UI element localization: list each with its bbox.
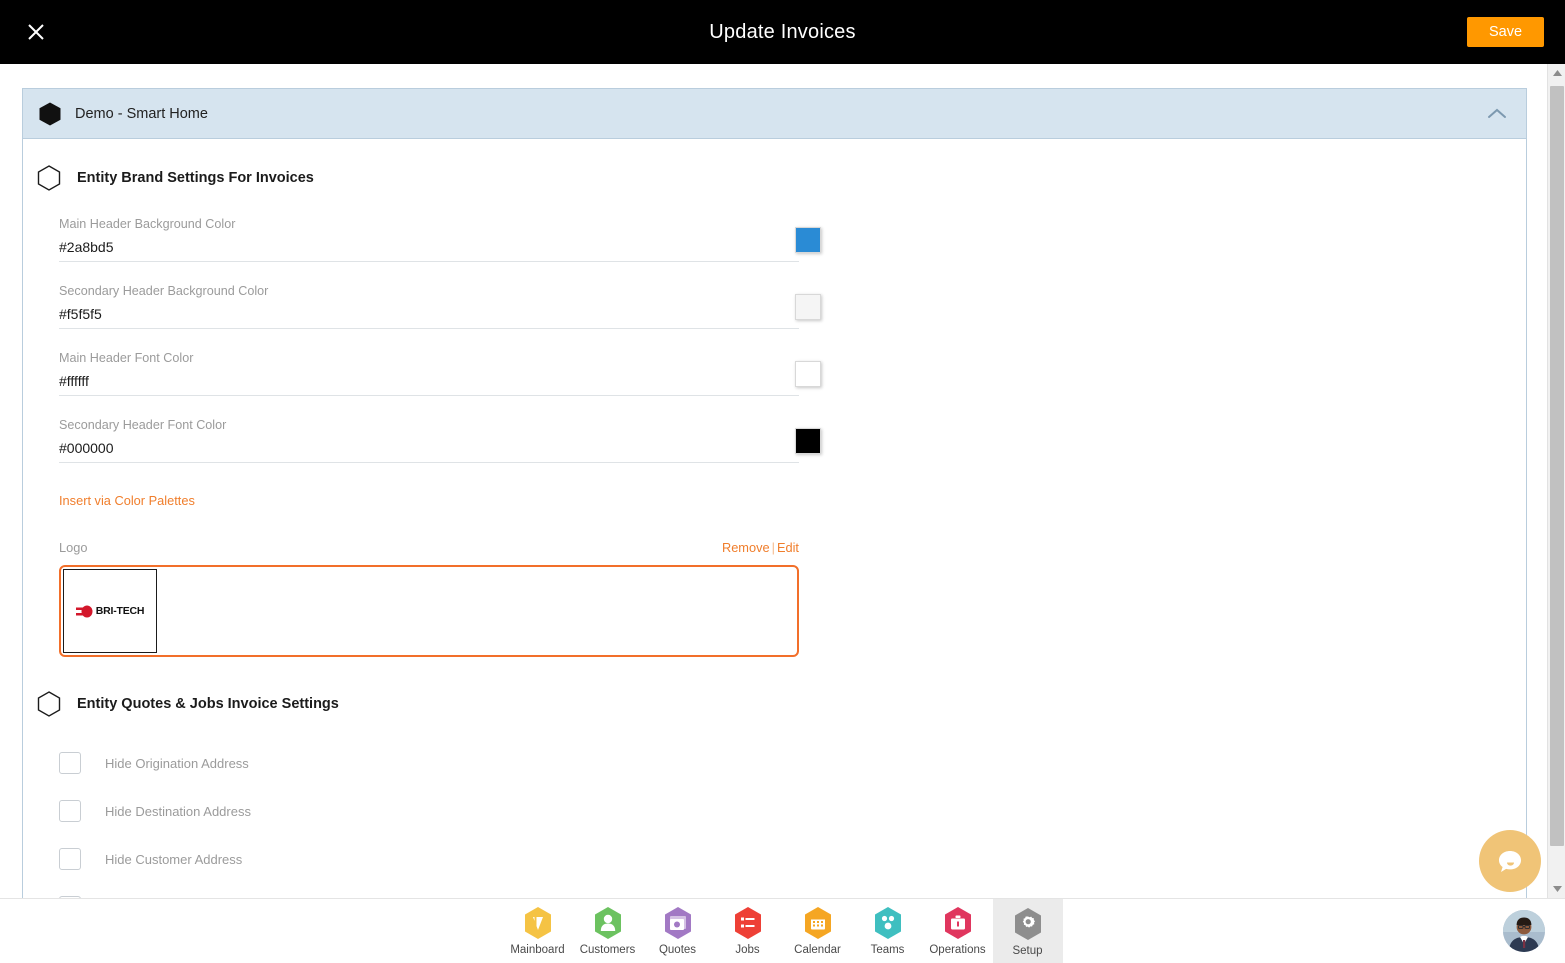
- nav-item-customers[interactable]: Customers: [573, 899, 643, 960]
- checkbox-row-hide-origination-address[interactable]: Hide Origination Address: [59, 739, 1526, 787]
- hexagon-filled-icon: [39, 102, 61, 126]
- logo-header-row: Logo Remove|Edit: [59, 540, 799, 555]
- customers-icon: [592, 905, 624, 941]
- field-main-header-font: Main Header Font Color: [59, 351, 799, 396]
- bottom-navigation-bar: Mainboard Customers Quote: [0, 898, 1565, 962]
- nav-item-jobs[interactable]: Jobs: [713, 899, 783, 960]
- secondary-header-background-color-input[interactable]: [59, 306, 699, 322]
- entity-panel-header[interactable]: Demo - Smart Home: [23, 89, 1526, 139]
- logo-thumbnail[interactable]: BRI-TECH: [63, 569, 157, 653]
- nav-label: Mainboard: [510, 944, 564, 956]
- hexagon-outline-icon: [37, 691, 61, 717]
- nav-label: Teams: [871, 944, 905, 956]
- avatar[interactable]: [1503, 910, 1545, 952]
- remove-logo-link[interactable]: Remove: [722, 540, 770, 555]
- invoice-settings-checkbox-list: Hide Origination Address Hide Destinatio…: [59, 739, 1526, 898]
- checkbox-label: Hide Customer Address: [105, 852, 242, 867]
- chevron-up-icon[interactable]: [1486, 107, 1508, 121]
- checkbox-row-hide-destination-address[interactable]: Hide Destination Address: [59, 787, 1526, 835]
- logo-actions: Remove|Edit: [722, 540, 799, 555]
- nav-items: Mainboard Customers Quote: [503, 899, 1063, 963]
- nav-item-quotes[interactable]: Quotes: [643, 899, 713, 960]
- quotes-icon: [662, 905, 694, 941]
- entity-panel-title: Demo - Smart Home: [75, 106, 1486, 122]
- field-label: Main Header Background Color: [59, 217, 799, 231]
- nav-label: Operations: [929, 944, 985, 956]
- nav-label: Setup: [1012, 945, 1042, 957]
- brand-color-fields: Main Header Background Color Secondary H…: [59, 217, 799, 463]
- chat-bubble-icon[interactable]: [1479, 830, 1541, 892]
- nav-label: Jobs: [735, 944, 759, 956]
- nav-item-mainboard[interactable]: Mainboard: [503, 899, 573, 960]
- checkbox-label: Hide Origination Address: [105, 756, 249, 771]
- checkbox-hide-origination-address[interactable]: [59, 752, 81, 774]
- main-header-font-color-input[interactable]: [59, 373, 699, 389]
- invoice-settings-title: Entity Quotes & Jobs Invoice Settings: [77, 696, 339, 712]
- color-swatch-main-header-font[interactable]: [795, 361, 821, 387]
- scroll-content: Demo - Smart Home Entity Brand Settings …: [0, 64, 1547, 898]
- operations-icon: [942, 905, 974, 941]
- entity-panel: Demo - Smart Home Entity Brand Settings …: [22, 88, 1527, 898]
- top-bar: Update Invoices Save: [0, 0, 1565, 64]
- logo-block: Logo Remove|Edit: [59, 540, 799, 657]
- scroll-up-arrow-icon[interactable]: [1548, 64, 1565, 82]
- invoice-settings-heading: Entity Quotes & Jobs Invoice Settings: [23, 657, 1526, 717]
- checkbox-row-hide-customer-address[interactable]: Hide Customer Address: [59, 835, 1526, 883]
- checkbox-hide-customer-address[interactable]: [59, 848, 81, 870]
- secondary-header-font-color-input[interactable]: [59, 440, 699, 456]
- close-icon[interactable]: [22, 18, 50, 46]
- field-label: Main Header Font Color: [59, 351, 799, 365]
- color-swatch-secondary-header-bg[interactable]: [795, 294, 821, 320]
- logo-action-separator: |: [772, 540, 775, 555]
- scroll-down-arrow-icon[interactable]: [1548, 880, 1565, 898]
- field-secondary-header-font: Secondary Header Font Color: [59, 418, 799, 463]
- teams-icon: [872, 905, 904, 941]
- brand-settings-heading: Entity Brand Settings For Invoices: [23, 139, 1526, 191]
- logo-label: Logo: [59, 540, 87, 555]
- mainboard-icon: [522, 905, 554, 941]
- entity-panel-body: Entity Brand Settings For Invoices Main …: [23, 139, 1526, 898]
- calendar-icon: [802, 905, 834, 941]
- nav-item-setup[interactable]: Setup: [993, 899, 1063, 963]
- edit-logo-link[interactable]: Edit: [777, 540, 799, 555]
- nav-label: Calendar: [794, 944, 841, 956]
- nav-label: Customers: [580, 944, 636, 956]
- color-swatch-secondary-header-font[interactable]: [795, 428, 821, 454]
- checkbox-label: Hide Destination Address: [105, 804, 251, 819]
- logo-wordmark: BRI-TECH: [96, 605, 145, 617]
- jobs-icon: [732, 905, 764, 941]
- checkbox-row-hide-sales-agent-information[interactable]: Hide Sales Agent Information: [59, 883, 1526, 898]
- checkbox-hide-destination-address[interactable]: [59, 800, 81, 822]
- bri-tech-logo-image: BRI-TECH: [76, 605, 145, 618]
- main-header-background-color-input[interactable]: [59, 239, 699, 255]
- vertical-scrollbar[interactable]: [1547, 64, 1565, 898]
- brand-settings-title: Entity Brand Settings For Invoices: [77, 170, 314, 186]
- field-label: Secondary Header Font Color: [59, 418, 799, 432]
- scrollbar-thumb[interactable]: [1550, 86, 1564, 846]
- hexagon-outline-icon: [37, 165, 61, 191]
- save-button[interactable]: Save: [1467, 17, 1544, 47]
- setup-icon: [1012, 906, 1044, 942]
- nav-item-calendar[interactable]: Calendar: [783, 899, 853, 960]
- swoosh-icon: [76, 605, 94, 618]
- page-title: Update Invoices: [0, 21, 1565, 44]
- logo-dropzone[interactable]: BRI-TECH: [59, 565, 799, 657]
- nav-item-teams[interactable]: Teams: [853, 899, 923, 960]
- field-secondary-header-bg: Secondary Header Background Color: [59, 284, 799, 329]
- field-main-header-bg: Main Header Background Color: [59, 217, 799, 262]
- insert-via-color-palettes-link[interactable]: Insert via Color Palettes: [59, 493, 195, 508]
- nav-label: Quotes: [659, 944, 696, 956]
- field-label: Secondary Header Background Color: [59, 284, 799, 298]
- nav-item-operations[interactable]: Operations: [923, 899, 993, 960]
- color-swatch-main-header-bg[interactable]: [795, 227, 821, 253]
